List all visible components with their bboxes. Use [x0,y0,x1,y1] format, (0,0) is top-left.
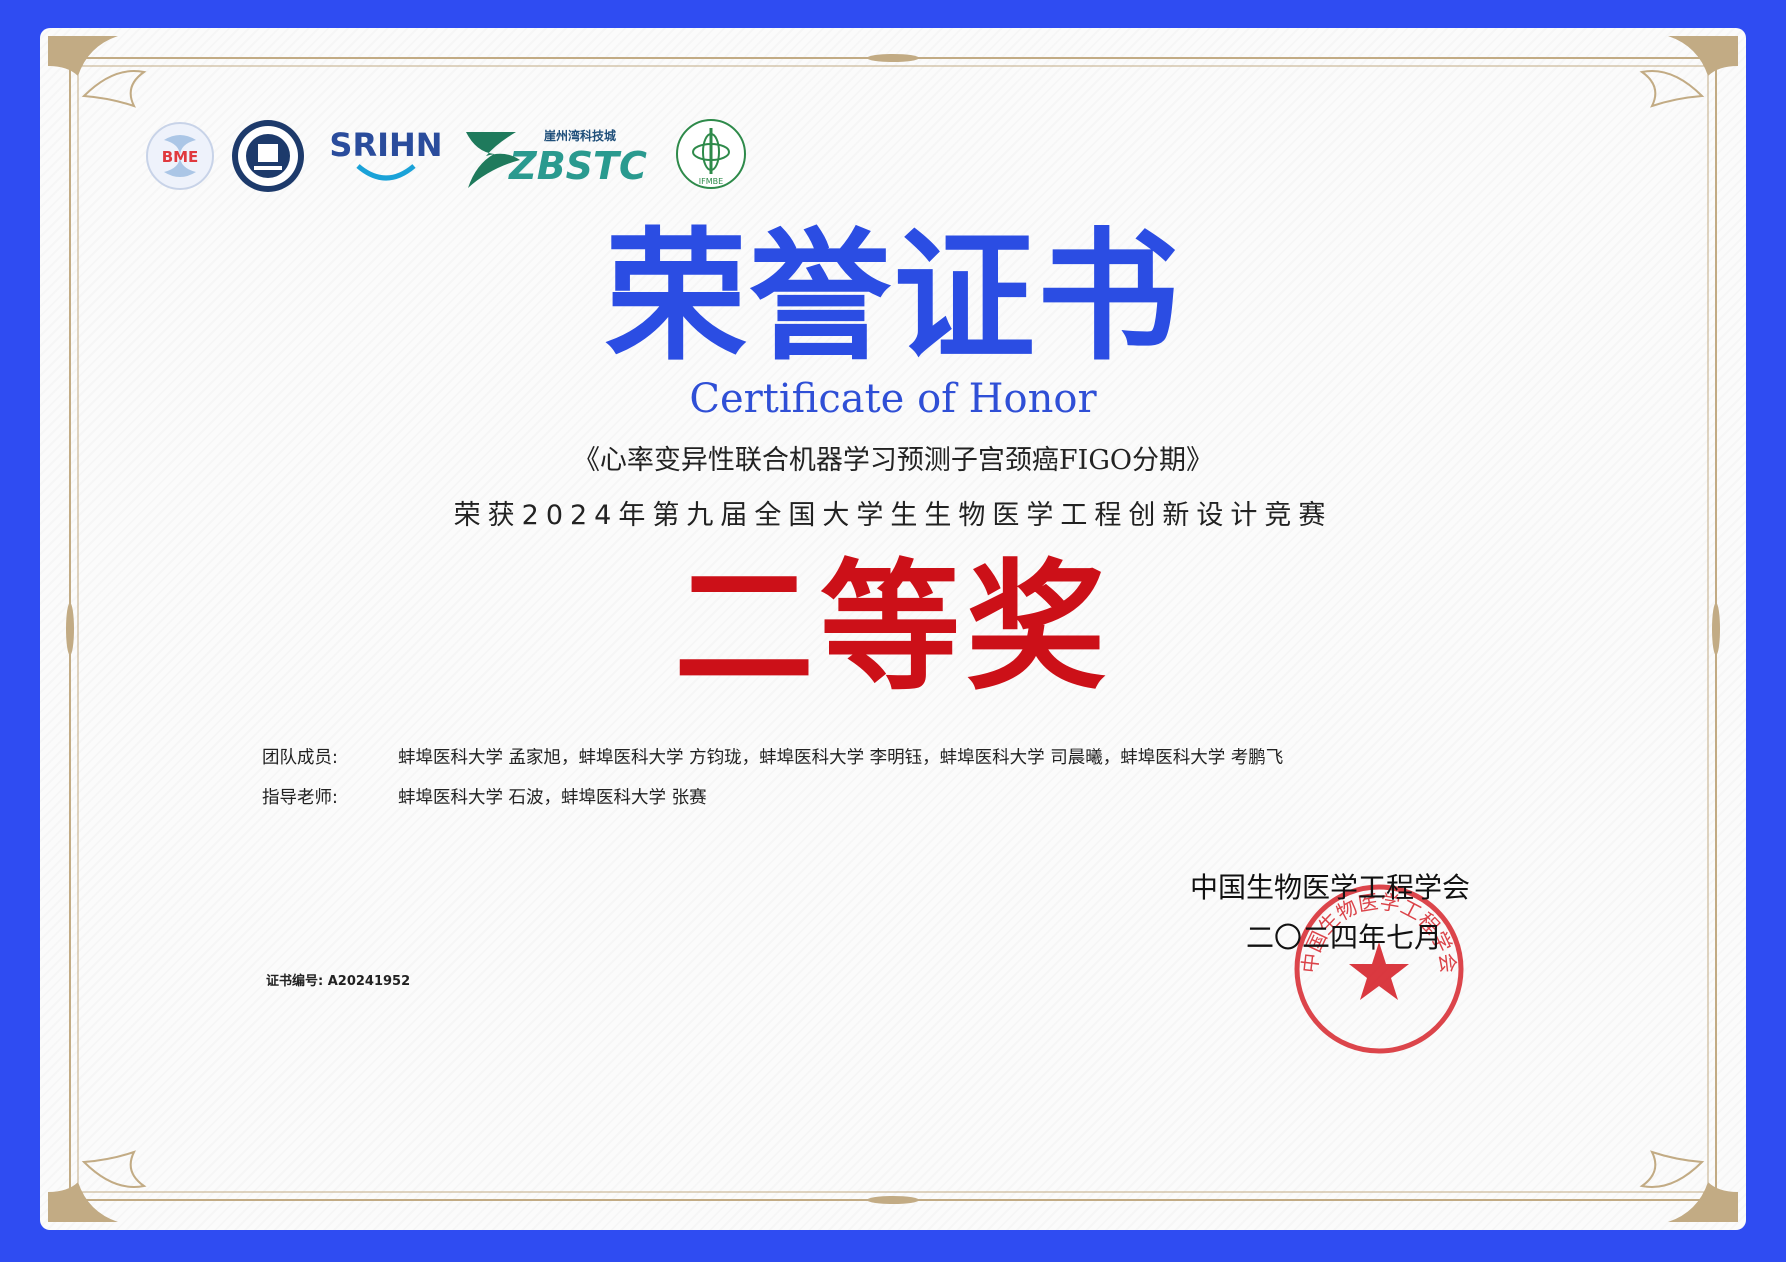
advisors-label: 指导老师: [262,788,338,808]
svg-text:IFMBE: IFMBE [699,177,723,186]
issue-date: 二〇二四年七月 [1246,921,1443,954]
award-description: 荣获2024年第九届全国大学生生物医学工程创新设计竞赛 [453,500,1333,531]
university-emblem [232,120,304,192]
prize-level: 二等奖 [673,546,1112,710]
svg-text:崖州湾科技城: 崖州湾科技城 [544,128,616,143]
issuing-organization: 中国生物医学工程学会 [1190,871,1471,904]
certificate-number: 证书编号: A20241952 [266,974,411,989]
srihn-logo: SRIHN [329,126,443,181]
svg-text:ZBSTC: ZBSTC [508,144,647,188]
project-title: 《心率变异性联合机器学习预测子宫颈癌FIGO分期》 [572,445,1214,476]
official-seal: 中国生物医学工程学会 [1294,884,1464,1054]
team-members-value: 蚌埠医科大学 孟家旭，蚌埠医科大学 方钧珑，蚌埠医科大学 李明钰，蚌埠医科大学 … [398,748,1284,768]
certificate-paper: BME SRIHN 崖州湾科技城 ZBSTC IFMBE 荣誉证书 Certif… [40,28,1746,1230]
team-members-row: 团队成员: 蚌埠医科大学 孟家旭，蚌埠医科大学 方钧珑，蚌埠医科大学 李明钰，蚌埠… [262,744,1283,769]
advisors-row: 指导老师: 蚌埠医科大学 石波，蚌埠医科大学 张赛 [262,784,707,809]
svg-text:BME: BME [162,148,199,166]
advisors-value: 蚌埠医科大学 石波，蚌埠医科大学 张赛 [398,788,707,808]
svg-text:SRIHN: SRIHN [329,126,442,164]
ifmbe-logo: IFMBE [676,119,746,189]
certificate-title: 荣誉证书 [605,214,1181,380]
certificate-subtitle: Certificate of Honor [689,376,1097,422]
team-members-label: 团队成员: [262,748,338,768]
zbstc-logo: 崖州湾科技城 ZBSTC [466,128,647,188]
bme-logo: BME [146,122,214,190]
